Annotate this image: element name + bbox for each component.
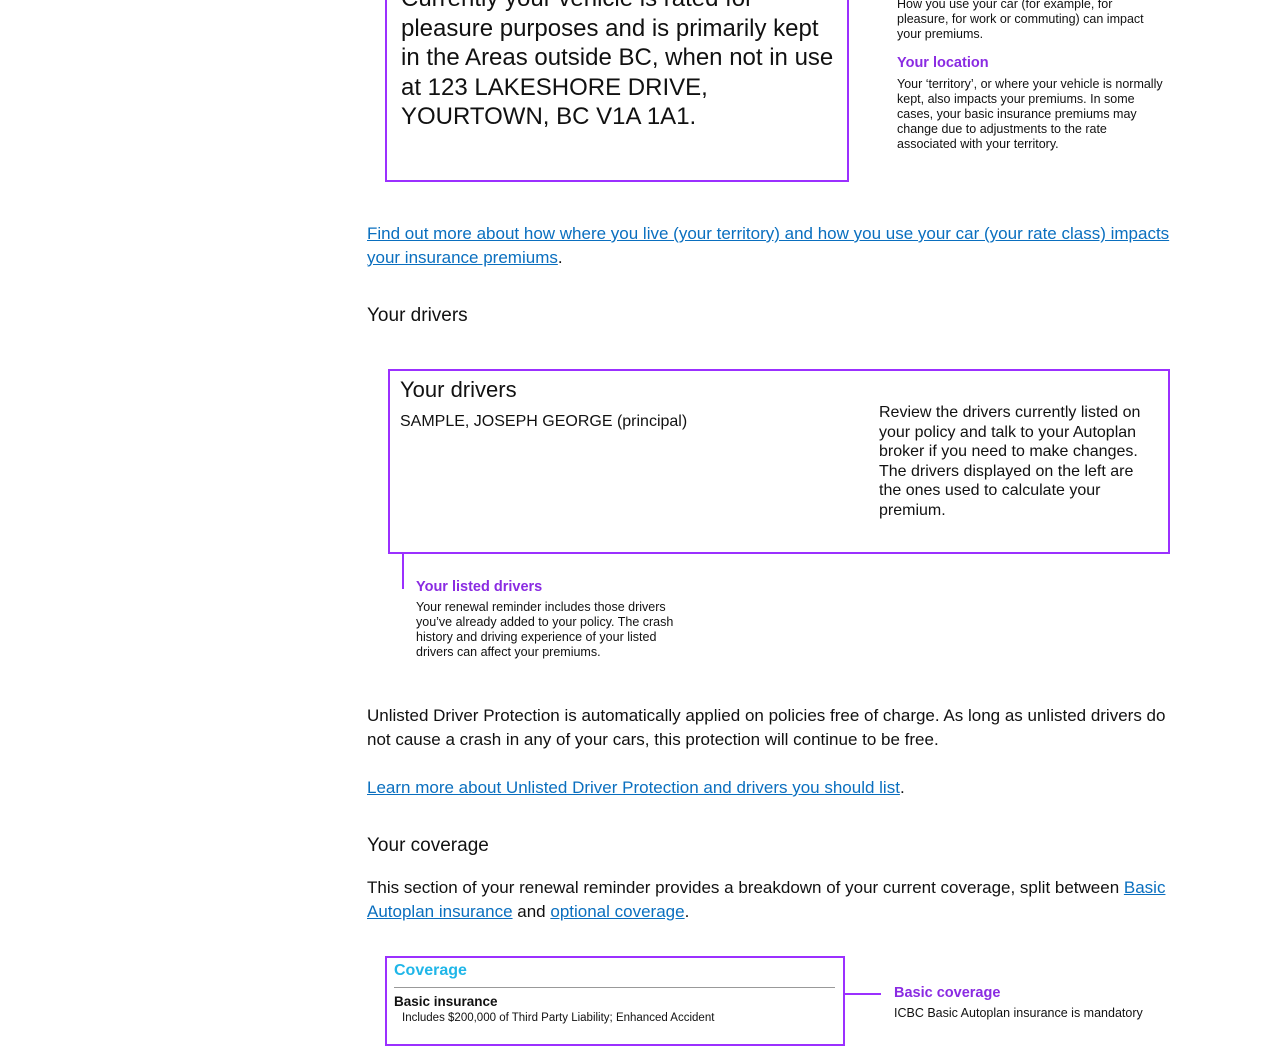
basic-coverage-annotation-body: ICBC Basic Autoplan insurance is mandato… xyxy=(894,1006,1143,1020)
location-annotation-title: Your location xyxy=(897,55,989,71)
coverage-text-prefix: This section of your renewal reminder pr… xyxy=(367,878,1124,897)
territory-link-suffix: . xyxy=(557,248,563,267)
drivers-box-title: Your drivers xyxy=(400,377,517,402)
basic-insurance-label: Basic insurance xyxy=(394,994,498,1009)
rate-usage-annotation: How you use your car (for example, for p… xyxy=(897,0,1144,41)
territory-rate-class-link[interactable]: Find out more about how where you live (… xyxy=(367,224,1169,267)
coverage-text-and: and xyxy=(512,902,551,921)
driver-name: SAMPLE, JOSEPH GEORGE (principal) xyxy=(400,413,688,430)
basic-insurance-detail: Includes $200,000 of Third Party Liabili… xyxy=(402,1012,715,1024)
optional-coverage-link[interactable]: optional coverage xyxy=(550,902,684,921)
drivers-heading: Your drivers xyxy=(367,305,468,326)
unlisted-link-paragraph: Learn more about Unlisted Driver Protect… xyxy=(367,776,1177,800)
coverage-paragraph: This section of your renewal reminder pr… xyxy=(367,876,1177,924)
unlisted-link-suffix: . xyxy=(899,778,905,797)
unlisted-driver-link[interactable]: Learn more about Unlisted Driver Protect… xyxy=(367,778,900,797)
coverage-box: Coverage Basic insurance Includes $200,0… xyxy=(385,956,845,1046)
coverage-box-title: Coverage xyxy=(394,962,467,979)
territory-paragraph: Find out more about how where you live (… xyxy=(367,222,1177,270)
listed-drivers-title: Your listed drivers xyxy=(416,579,543,595)
drivers-box: Your drivers SAMPLE, JOSEPH GEORGE (prin… xyxy=(388,369,1170,554)
location-annotation-body: Your ‘territory’, or where your vehicle … xyxy=(897,77,1163,151)
listed-drivers-body: Your renewal reminder includes those dri… xyxy=(416,600,674,659)
unlisted-paragraph: Unlisted Driver Protection is automatica… xyxy=(367,706,1166,749)
basic-coverage-annotation-title: Basic coverage xyxy=(894,985,1001,1001)
coverage-heading: Your coverage xyxy=(367,835,489,856)
basic-coverage-connector xyxy=(845,993,881,995)
listed-drivers-connector xyxy=(402,553,404,589)
drivers-review-text: Review the drivers currently listed on y… xyxy=(879,404,1141,519)
coverage-text-suffix: . xyxy=(684,902,690,921)
rate-class-text: Currently your vehicle is rated for plea… xyxy=(401,0,834,130)
rate-class-box: Currently your vehicle is rated for plea… xyxy=(385,0,849,182)
coverage-divider xyxy=(394,987,835,988)
